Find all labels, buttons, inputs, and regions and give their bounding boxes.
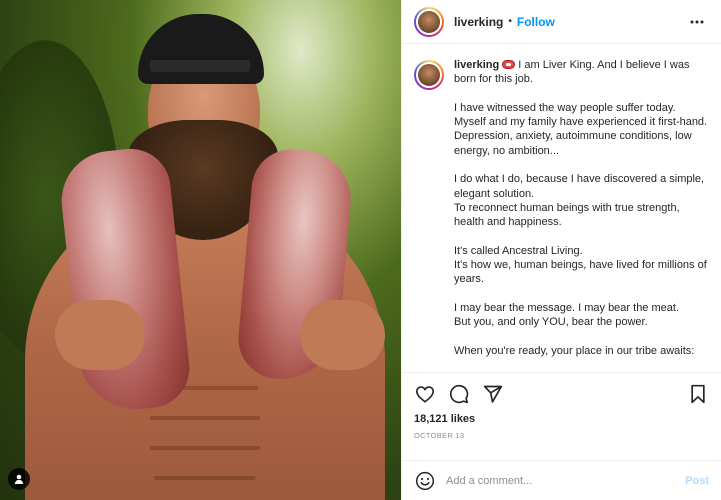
emoji-icon[interactable] [414, 470, 436, 492]
post-comment-button[interactable]: Post [685, 475, 709, 487]
caption-avatar-image [416, 62, 442, 88]
post-date[interactable]: OCTOBER 13 [414, 431, 709, 440]
comment-icon[interactable] [448, 383, 470, 405]
post-photo[interactable] [0, 0, 401, 500]
bookmark-icon[interactable] [687, 383, 709, 405]
action-icons [414, 383, 709, 405]
photo-hand-left [55, 300, 145, 370]
header-username[interactable]: liverking [454, 15, 503, 29]
comment-input[interactable] [446, 474, 686, 487]
share-icon[interactable] [482, 383, 504, 405]
post-side-panel: liverking • Follow liverking I am Liver K… [401, 0, 721, 500]
photo-cap [138, 14, 264, 84]
header-separator: • [508, 16, 512, 27]
caption-username[interactable]: liverking [454, 59, 499, 71]
caption-text: I am Liver King. And I believe I was bor… [454, 59, 708, 357]
meat-emoji [502, 60, 516, 69]
heart-icon[interactable] [414, 383, 436, 405]
caption-area[interactable]: liverking I am Liver King. And I believe … [402, 44, 721, 372]
avatar-image [416, 8, 442, 35]
post-header: liverking • Follow [402, 0, 721, 44]
avatar[interactable] [414, 6, 444, 37]
photo-cap-band [150, 60, 250, 72]
caption: liverking I am Liver King. And I believe … [454, 58, 709, 358]
caption-row: liverking I am Liver King. And I believe … [414, 58, 709, 358]
user-silhouette-icon [14, 474, 24, 484]
more-options-icon[interactable] [685, 10, 709, 34]
comment-bar: Post [402, 460, 721, 500]
like-count[interactable]: 18,121 likes [414, 413, 709, 425]
instagram-post: liverking • Follow liverking I am Liver K… [0, 0, 721, 500]
user-tag-icon[interactable] [8, 468, 30, 490]
caption-avatar[interactable] [414, 60, 444, 90]
photo-hand-right [300, 300, 385, 370]
post-actions: 18,121 likes OCTOBER 13 [402, 372, 721, 460]
follow-button[interactable]: Follow [517, 15, 555, 29]
